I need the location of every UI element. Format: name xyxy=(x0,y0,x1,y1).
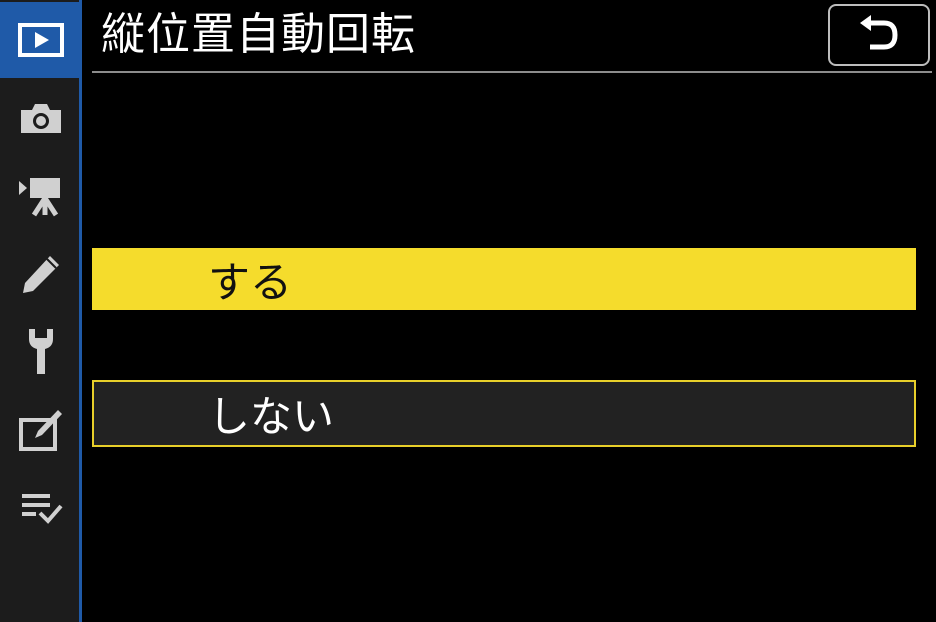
sidebar-tab-custom-settings[interactable] xyxy=(0,236,82,312)
option-no[interactable]: しない xyxy=(92,380,916,447)
option-no-label: しない xyxy=(208,392,335,441)
movie-camera-icon xyxy=(19,178,60,217)
menu-sidebar xyxy=(0,0,82,622)
sidebar-tab-setup[interactable] xyxy=(0,314,82,390)
list-check-icon xyxy=(22,494,63,524)
page-title: 縦位置自動回転 xyxy=(101,9,416,60)
title-divider xyxy=(92,71,932,73)
option-yes-label: する xyxy=(208,257,293,307)
sidebar-tab-my-menu[interactable] xyxy=(0,470,82,546)
sidebar-tab-playback[interactable] xyxy=(0,2,82,78)
wrench-icon xyxy=(29,329,53,374)
sidebar-tab-movie-shooting[interactable] xyxy=(0,158,82,234)
sidebar-tab-photo-shooting[interactable] xyxy=(0,80,82,156)
playback-icon xyxy=(18,23,64,57)
pencil-icon xyxy=(23,256,59,293)
return-arrow-icon xyxy=(860,15,898,50)
camera-icon xyxy=(21,104,61,133)
option-yes[interactable]: する xyxy=(92,248,916,310)
retouch-icon xyxy=(19,410,62,451)
back-button[interactable] xyxy=(828,4,930,66)
sidebar-tab-retouch[interactable] xyxy=(0,392,82,468)
